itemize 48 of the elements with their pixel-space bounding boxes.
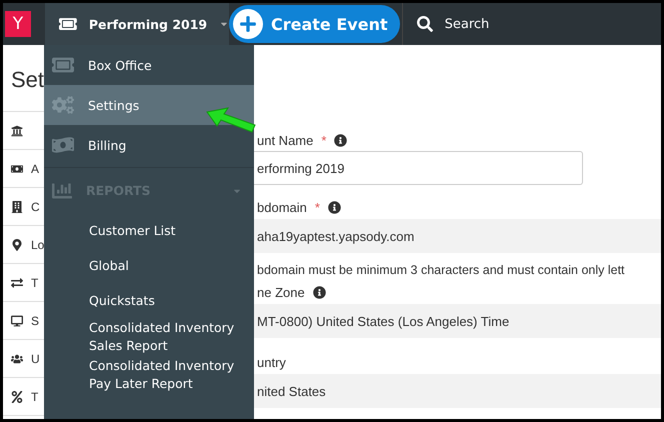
building-icon [11, 200, 23, 212]
plus-icon [233, 9, 263, 39]
menu-item[interactable]: Settings [44, 85, 254, 125]
ticket-icon [59, 15, 77, 33]
nav-item[interactable]: T [31, 390, 38, 404]
input-field[interactable]: erforming 2019 [251, 151, 583, 185]
percent-icon [11, 390, 23, 402]
logo[interactable]: Y [5, 11, 31, 37]
bar-chart-icon [52, 180, 72, 200]
menu-item[interactable]: Box Office [44, 45, 254, 85]
menu-item[interactable]: Quickstats [44, 283, 254, 318]
menu-item[interactable]: Consolidated Inventory Sales Report [44, 318, 254, 356]
readonly-field: MT-0800) United States (Los Angeles) Time [251, 304, 661, 338]
search-icon [416, 16, 433, 32]
help-text: bdomain must be minimum 3 characters and must contain only lett [257, 262, 626, 279]
menu-item[interactable]: Customer List [44, 213, 254, 248]
event-menu[interactable]: Performing 2019 [45, 3, 229, 45]
nav-item[interactable]: A [31, 162, 40, 176]
nav-item[interactable]: S [31, 314, 40, 328]
gears-icon [52, 94, 74, 116]
field-label: untry [257, 354, 286, 370]
info-icon[interactable] [328, 200, 341, 214]
page-heading: Set [11, 67, 44, 93]
nav-item[interactable]: U [31, 352, 40, 366]
menu-item[interactable]: Consolidated Inventory Pay Later Report [44, 356, 254, 394]
people-icon [11, 352, 23, 364]
search-field[interactable]: Search [442, 16, 563, 32]
info-icon[interactable] [334, 134, 348, 146]
pointer-arrow [206, 107, 256, 133]
field-label: ne Zone [257, 284, 305, 300]
menu-item[interactable]: Billing [44, 125, 254, 165]
nav-item[interactable]: T [31, 276, 38, 290]
info-icon[interactable] [312, 286, 326, 298]
map-pin-icon [11, 238, 23, 250]
monitor-icon [11, 314, 23, 326]
required-mark: * [314, 200, 320, 214]
readonly-field: nited States [251, 374, 661, 408]
banknote-icon [11, 162, 23, 174]
required-mark: * [321, 132, 326, 148]
field-label: unt Name [257, 132, 314, 148]
nav-item[interactable]: Lo [31, 238, 44, 252]
exchange-icon [11, 276, 23, 288]
create-event-button[interactable]: Create Event [229, 5, 400, 43]
field-label: bdomain [257, 200, 307, 214]
bank-icon [11, 124, 23, 136]
menu-item[interactable]: Global [44, 248, 254, 283]
nav-item[interactable]: C [31, 200, 40, 214]
readonly-field: aha19yaptest.yapsody.com [251, 219, 661, 253]
